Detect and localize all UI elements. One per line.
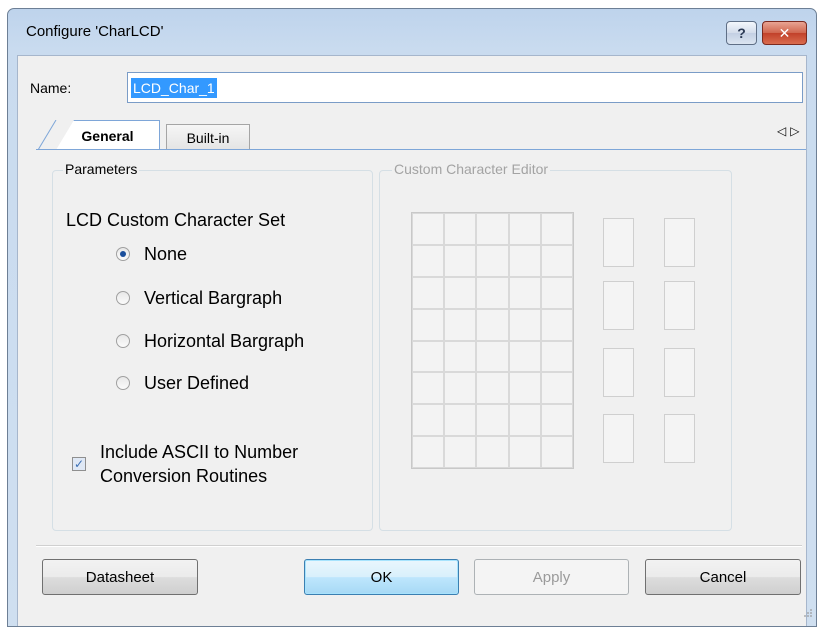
radio-button-icon[interactable] — [116, 334, 130, 348]
pixel-cell — [508, 213, 541, 245]
help-icon: ? — [737, 25, 746, 41]
pixel-cell — [540, 404, 573, 437]
pixel-cell — [476, 276, 509, 309]
pixel-cell — [444, 404, 477, 437]
character-slot — [664, 348, 695, 397]
include-ascii-checkbox[interactable]: ✓ — [72, 457, 86, 471]
window-title: Configure 'CharLCD' — [26, 23, 164, 40]
pixel-cell — [540, 340, 573, 373]
name-label: Name: — [30, 80, 72, 96]
radio-button-icon[interactable] — [116, 376, 130, 390]
radio-horizontal-bargraph-label: Horizontal Bargraph — [144, 330, 305, 351]
include-ascii-checkbox-row[interactable]: ✓ Include ASCII to Number Conversion Rou… — [72, 440, 298, 488]
pixel-cell — [476, 308, 509, 341]
parameters-group-title: Parameters — [63, 161, 140, 177]
pixel-cell — [508, 340, 541, 373]
pixel-cell — [540, 372, 573, 405]
pixel-cell — [540, 213, 573, 245]
radio-user-defined-label: User Defined — [144, 372, 250, 393]
tab-slant — [38, 120, 57, 150]
pixel-cell — [540, 276, 573, 309]
character-slot — [603, 281, 634, 330]
character-slot — [664, 414, 695, 463]
radio-vertical-bargraph[interactable]: Vertical Bargraph — [116, 286, 282, 310]
tab-general[interactable]: General — [56, 120, 160, 150]
radio-none[interactable]: None — [116, 242, 187, 266]
custom-character-editor-title: Custom Character Editor — [392, 161, 551, 177]
tab-general-edge — [38, 120, 57, 150]
character-slot — [664, 218, 695, 267]
pixel-cell — [412, 404, 445, 437]
pixel-cell — [444, 436, 477, 468]
cancel-button[interactable]: Cancel — [645, 559, 801, 595]
help-button[interactable]: ? — [726, 21, 757, 45]
tab-scroll-right-icon[interactable]: ▷ — [790, 124, 803, 138]
character-set-label: LCD Custom Character Set — [66, 210, 286, 230]
pixel-cell — [508, 308, 541, 341]
character-slot — [603, 414, 634, 463]
pixel-cell — [412, 244, 445, 277]
character-slot — [603, 348, 634, 397]
radio-none-label: None — [144, 243, 188, 264]
ok-button[interactable]: OK — [304, 559, 459, 595]
pixel-cell — [412, 340, 445, 373]
resize-grip-glyph — [804, 609, 812, 617]
datasheet-button[interactable]: Datasheet — [42, 559, 198, 595]
pixel-cell — [540, 308, 573, 341]
resize-grip-icon[interactable] — [803, 608, 813, 618]
apply-button[interactable]: Apply — [474, 559, 629, 595]
tab-strip-line — [36, 149, 806, 150]
name-input-value: LCD_Char_1 — [131, 78, 217, 98]
character-pixel-grid — [411, 212, 574, 469]
close-icon: ✕ — [778, 24, 791, 41]
title-bar[interactable]: Configure 'CharLCD' ? ✕ — [8, 9, 816, 55]
pixel-cell — [412, 276, 445, 309]
button-separator — [36, 545, 802, 547]
radio-button-icon[interactable] — [116, 247, 130, 261]
tab-scroll-arrows[interactable]: ◁▷ — [777, 124, 803, 138]
radio-user-defined[interactable]: User Defined — [116, 371, 249, 395]
pixel-cell — [508, 372, 541, 405]
pixel-cell — [412, 436, 445, 468]
close-button[interactable]: ✕ — [762, 21, 807, 45]
name-input[interactable]: LCD_Char_1 — [127, 72, 803, 103]
pixel-cell — [412, 372, 445, 405]
include-ascii-label-line2: Conversion Routines — [100, 466, 268, 486]
pixel-cell — [444, 340, 477, 373]
pixel-cell — [508, 436, 541, 468]
pixel-cell — [444, 213, 477, 245]
radio-vertical-bargraph-label: Vertical Bargraph — [144, 287, 283, 308]
pixel-cell — [508, 244, 541, 277]
pixel-cell — [476, 244, 509, 277]
pixel-cell — [476, 436, 509, 468]
pixel-cell — [476, 404, 509, 437]
character-slot — [664, 281, 695, 330]
pixel-cell — [412, 308, 445, 341]
radio-button-icon[interactable] — [116, 291, 130, 305]
pixel-cell — [444, 308, 477, 341]
include-ascii-label-line1: Include ASCII to Number — [100, 442, 299, 462]
include-ascii-label: Include ASCII to Number Conversion Routi… — [100, 440, 298, 488]
pixel-cell — [412, 213, 445, 245]
tab-built-in[interactable]: Built-in — [166, 124, 250, 150]
pixel-cell — [476, 372, 509, 405]
pixel-cell — [444, 276, 477, 309]
pixel-cell — [508, 276, 541, 309]
radio-horizontal-bargraph[interactable]: Horizontal Bargraph — [116, 329, 304, 353]
pixel-cell — [476, 213, 509, 245]
pixel-cell — [540, 244, 573, 277]
character-slot — [603, 218, 634, 267]
pixel-cell — [444, 244, 477, 277]
tab-scroll-left-icon[interactable]: ◁ — [777, 124, 790, 138]
pixel-cell — [444, 372, 477, 405]
pixel-cell — [540, 436, 573, 468]
pixel-cell — [508, 404, 541, 437]
pixel-cell — [476, 340, 509, 373]
